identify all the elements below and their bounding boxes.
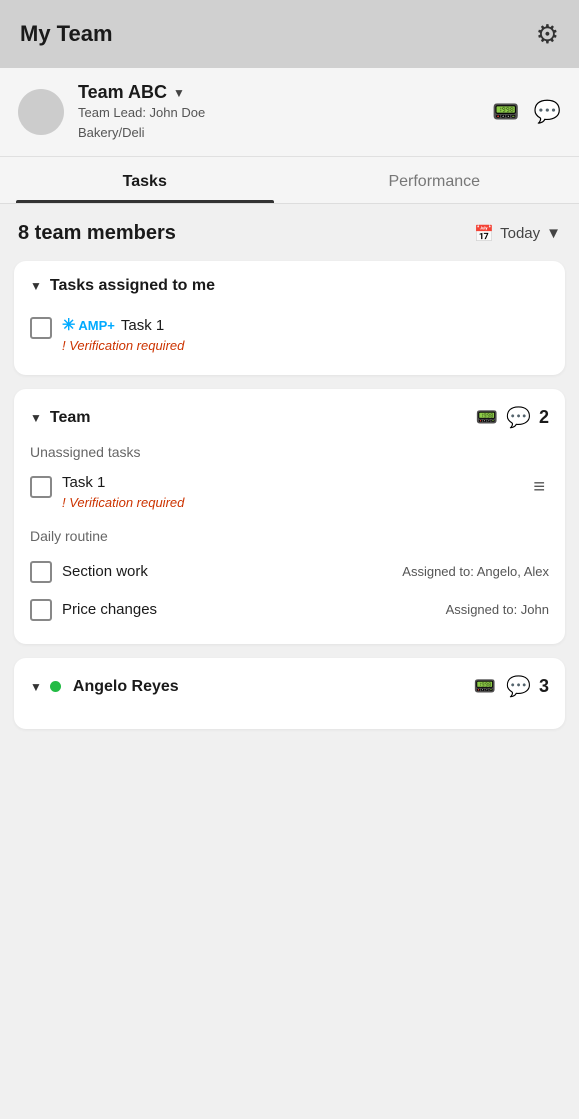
unassigned-verification: ! Verification required [62,495,519,510]
unassigned-checkbox[interactable] [30,476,52,498]
unassigned-task-row: Task 1 ! Verification required ≡ [30,468,549,516]
team-dropdown-arrow[interactable]: ▼ [173,86,185,100]
team-badge: 2 [539,407,549,428]
walkie-talkie-icon[interactable]: 📟 [492,99,519,125]
calendar-icon: 📅 [474,224,494,244]
price-changes-assigned: Assigned to: John [446,602,549,617]
team-walkie-talkie-icon[interactable]: 📟 [476,407,498,428]
angelo-card-header: ▼ Angelo Reyes 📟 💬 3 [30,674,549,699]
team-card-title: Team [50,409,468,427]
angelo-expand-arrow[interactable]: ▼ [30,680,42,694]
section-work-assigned: Assigned to: Angelo, Alex [402,564,549,579]
tab-performance[interactable]: Performance [290,157,579,203]
section-work-checkbox[interactable] [30,561,52,583]
section-work-row: Section work Assigned to: Angelo, Alex [30,552,549,590]
tab-tasks[interactable]: Tasks [0,157,290,203]
assigned-expand-arrow[interactable]: ▼ [30,279,42,293]
team-chat-icon[interactable]: 💬 [506,405,531,430]
members-header: 8 team members 📅 Today ▼ [14,222,565,245]
date-filter[interactable]: 📅 Today ▼ [474,224,561,244]
app-title: My Team [20,21,113,47]
members-count: 8 team members [18,222,176,245]
amp-logo: ✳ AMP+ [62,315,115,335]
app-header: My Team ⚙ [0,0,579,68]
task-row: ✳ AMP+ Task 1 ! Verification required [30,309,549,359]
task-name-row: ✳ AMP+ Task 1 [62,315,549,335]
assigned-card-title: Tasks assigned to me [50,277,549,295]
unassigned-task-name: Task 1 [62,474,105,491]
team-action-icons: 📟 💬 [492,99,561,125]
angelo-chat-icon[interactable]: 💬 [506,674,531,699]
price-changes-row: Price changes Assigned to: John [30,590,549,628]
price-changes-checkbox[interactable] [30,599,52,621]
team-card: ▼ Team 📟 💬 2 Unassigned tasks Task 1 ! V… [14,389,565,644]
assigned-task-name: Task 1 [121,317,164,334]
team-department: Bakery/Deli [78,123,478,143]
assigned-to-me-card: ▼ Tasks assigned to me ✳ AMP+ Task 1 ! V… [14,261,565,375]
angelo-walkie-icon[interactable]: 📟 [474,676,496,697]
main-content: 8 team members 📅 Today ▼ ▼ Tasks assigne… [0,204,579,761]
chat-icon[interactable]: 💬 [534,99,561,125]
team-name-row[interactable]: Team ABC ▼ [78,82,478,103]
angelo-name: Angelo Reyes [73,678,466,696]
angelo-icons: 📟 💬 [474,674,531,699]
task-content: ✳ AMP+ Task 1 ! Verification required [62,315,549,353]
tabs-bar: Tasks Performance [0,157,579,204]
team-expand-arrow[interactable]: ▼ [30,411,42,425]
amp-plus-text: AMP+ [78,318,114,333]
gear-icon[interactable]: ⚙ [536,19,559,50]
task-checkbox[interactable] [30,317,52,339]
unassigned-task-content: Task 1 ! Verification required [62,474,519,510]
angelo-badge: 3 [539,676,549,697]
daily-routine-label: Daily routine [30,528,549,544]
date-label: Today [500,225,540,242]
price-changes-name: Price changes [62,601,436,618]
amp-star-icon: ✳ [62,315,75,335]
assigned-card-header: ▼ Tasks assigned to me [30,277,549,295]
team-card-header: ▼ Team 📟 💬 2 [30,405,549,430]
date-dropdown-arrow: ▼ [546,225,561,242]
unassigned-label: Unassigned tasks [30,444,549,460]
team-lead: Team Lead: John Doe [78,103,478,123]
avatar [18,89,64,135]
online-status-dot [50,681,61,692]
team-name: Team ABC [78,82,167,103]
section-work-name: Section work [62,563,392,580]
team-name-area: Team ABC ▼ Team Lead: John Doe Bakery/De… [78,82,478,142]
verification-note: ! Verification required [62,338,549,353]
team-info-bar: Team ABC ▼ Team Lead: John Doe Bakery/De… [0,68,579,157]
task-menu-icon[interactable]: ≡ [529,474,549,501]
angelo-card: ▼ Angelo Reyes 📟 💬 3 [14,658,565,729]
